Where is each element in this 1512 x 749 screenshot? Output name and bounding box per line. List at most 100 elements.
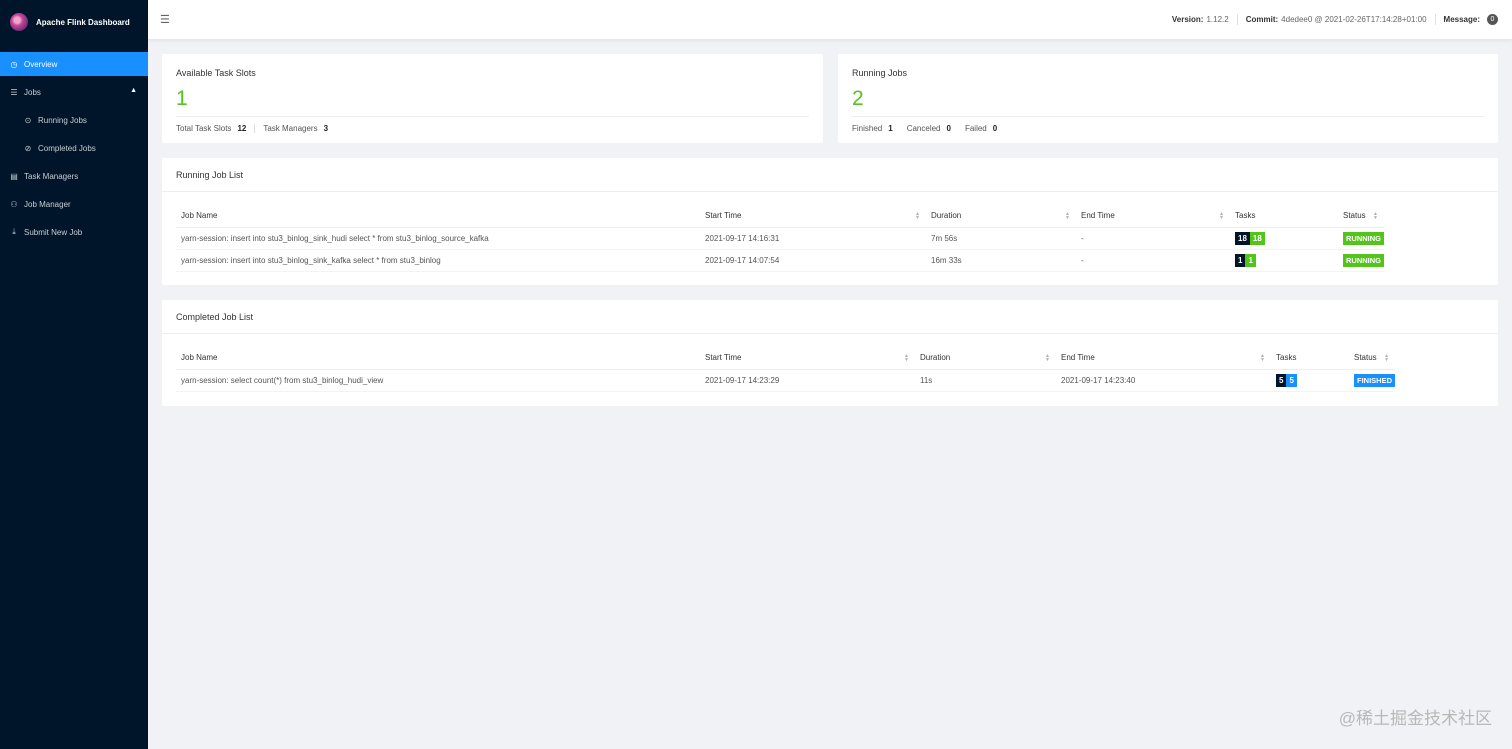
col-start-time[interactable]: Start Time ▲ ▼: [700, 347, 915, 370]
col-status[interactable]: Status ▲ ▼: [1349, 347, 1396, 370]
message-info[interactable]: Message: 0: [1434, 14, 1506, 25]
end-time-cell: -: [1076, 249, 1230, 272]
tasks-finished: 5: [1286, 373, 1297, 387]
sidebar-item-submit-new-job[interactable]: ⤓ Submit New Job: [0, 220, 148, 244]
sort-icon[interactable]: ▲ ▼: [1045, 354, 1050, 363]
sort-icon[interactable]: ▲ ▼: [904, 354, 909, 363]
completed-job-list-title: Completed Job List: [176, 312, 254, 322]
job-name-cell: yarn-session: select count(*) from stu3_…: [176, 369, 700, 392]
sort-icon[interactable]: ▲ ▼: [1065, 212, 1070, 221]
tasks-total: 5: [1276, 373, 1287, 387]
col-label: End Time: [1081, 211, 1115, 221]
divider: [254, 124, 256, 133]
logo[interactable]: Apache Flink Dashboard: [0, 0, 148, 44]
total-slots-value: 12: [237, 124, 247, 133]
sidebar-item-jobs[interactable]: ☰ Jobs ▲: [0, 80, 148, 104]
sidebar-item-label: Task Managers: [24, 171, 79, 181]
sort-icon[interactable]: ▲ ▼: [915, 212, 920, 221]
duration-cell: 16m 33s: [926, 249, 1076, 272]
header-info: Version: 1.12.2 Commit: 4dedee0 @ 2021-0…: [1164, 14, 1506, 25]
start-time-cell: 2021-09-17 14:16:31: [700, 227, 926, 250]
sort-icon[interactable]: ▲ ▼: [1384, 354, 1389, 363]
status-cell: FINISHED: [1349, 369, 1396, 392]
menu-fold-icon[interactable]: ☰: [160, 13, 170, 26]
tasks-cell: 11: [1230, 249, 1338, 272]
col-duration[interactable]: Duration ▲ ▼: [926, 205, 1076, 228]
table-header-row: Job Name Start Time ▲ ▼ Duration ▲ ▼ End Tim…: [176, 205, 1384, 228]
col-status[interactable]: Status ▲ ▼: [1338, 205, 1384, 228]
failed-value: 0: [992, 124, 998, 133]
end-time-cell: -: [1076, 227, 1230, 250]
sidebar-item-running-jobs[interactable]: ⊙ Running Jobs: [0, 108, 148, 132]
col-label: Duration: [931, 211, 962, 221]
available-slots-count: 1: [176, 87, 188, 110]
dashboard-icon: ◷: [10, 59, 18, 69]
job-name-cell: yarn-session: insert into stu3_binlog_si…: [176, 227, 700, 250]
tasks-total: 18: [1235, 231, 1250, 245]
duration-cell: 7m 56s: [926, 227, 1076, 250]
col-label: End Time: [1061, 353, 1095, 363]
start-time-cell: 2021-09-17 14:07:54: [700, 249, 926, 272]
sidebar-item-completed-jobs[interactable]: ⊘ Completed Jobs: [0, 136, 148, 160]
schedule-icon: ▤: [10, 171, 18, 181]
table-row[interactable]: yarn-session: select count(*) from stu3_…: [176, 369, 1396, 392]
sort-icon[interactable]: ▲ ▼: [1219, 212, 1224, 221]
table-header-row: Job Name Start Time ▲ ▼ Duration ▲ ▼ End Tim…: [176, 347, 1396, 370]
table-row[interactable]: yarn-session: insert into stu3_binlog_si…: [176, 249, 1384, 272]
table-row[interactable]: yarn-session: insert into stu3_binlog_si…: [176, 227, 1384, 250]
tasks-running: 1: [1245, 253, 1256, 267]
divider: [852, 116, 1484, 117]
sidebar-item-label: Job Manager: [24, 199, 71, 209]
version-label: Version:: [1171, 15, 1204, 24]
task-slots-title: Available Task Slots: [176, 68, 256, 78]
running-jobs-table: Job Name Start Time ▲ ▼ Duration ▲ ▼ End Tim…: [176, 205, 1384, 272]
task-managers-value: 3: [323, 124, 329, 133]
message-count-badge[interactable]: 0: [1487, 14, 1498, 25]
completed-job-list-card: Completed Job List Job Name Start Time ▲ ▼…: [162, 300, 1498, 406]
tasks-cell: 18 18: [1230, 227, 1338, 250]
task-badge: 18 18: [1235, 231, 1265, 245]
message-label: Message:: [1443, 15, 1480, 24]
col-label: Status: [1354, 353, 1377, 363]
watermark: @稀土掘金技术社区: [1338, 709, 1492, 728]
sort-icon[interactable]: ▲ ▼: [1260, 354, 1265, 363]
canceled-label: Canceled: [906, 124, 941, 133]
status-badge: FINISHED: [1354, 373, 1396, 387]
chevron-up-icon: ▲: [130, 87, 137, 94]
col-label: Start Time: [705, 211, 742, 221]
col-tasks: Tasks: [1230, 205, 1338, 228]
task-badge: 11: [1235, 253, 1256, 267]
finished-label: Finished: [852, 124, 883, 133]
commit-label: Commit:: [1245, 15, 1279, 24]
job-name-cell: yarn-session: insert into stu3_binlog_si…: [176, 249, 700, 272]
running-jobs-count: 2: [852, 87, 864, 110]
col-start-time[interactable]: Start Time ▲ ▼: [700, 205, 926, 228]
sidebar-menu: ◷ Overview ☰ Jobs ▲ ⊙ Running Jobs ⊘ Com…: [0, 52, 148, 244]
task-badge: 55: [1276, 373, 1297, 387]
running-job-list-header: Running Job List: [162, 158, 1498, 192]
sidebar-item-label: Submit New Job: [24, 227, 83, 237]
total-slots-label: Total Task Slots: [176, 124, 232, 133]
sidebar-item-overview[interactable]: ◷ Overview: [0, 52, 148, 76]
sort-icon[interactable]: ▲ ▼: [1373, 212, 1378, 221]
running-jobs-title: Running Jobs: [852, 68, 908, 78]
end-time-cell: 2021-09-17 14:23:40: [1056, 369, 1271, 392]
col-job-name: Job Name: [176, 205, 700, 228]
version-info: Version: 1.12.2: [1164, 14, 1237, 25]
sidebar-item-task-managers[interactable]: ▤ Task Managers: [0, 164, 148, 188]
col-end-time[interactable]: End Time ▲ ▼: [1076, 205, 1230, 228]
col-label: Duration: [920, 353, 951, 363]
divider: [176, 116, 809, 117]
commit-info: Commit: 4dedee0 @ 2021-02-26T17:14:28+01…: [1236, 14, 1435, 25]
sidebar-item-job-manager[interactable]: ⚇ Job Manager: [0, 192, 148, 216]
tasks-running: 18: [1249, 231, 1265, 245]
upload-icon: ⤓: [12, 227, 16, 236]
status-badge: RUNNING: [1343, 231, 1384, 245]
duration-cell: 11s: [915, 369, 1056, 392]
sidebar-item-label: Overview: [24, 59, 58, 69]
col-duration[interactable]: Duration ▲ ▼: [915, 347, 1056, 370]
col-end-time[interactable]: End Time ▲ ▼: [1056, 347, 1271, 370]
check-circle-icon: ⊘: [24, 143, 32, 153]
col-label: Start Time: [705, 353, 742, 363]
tasks-total: 1: [1235, 253, 1246, 267]
